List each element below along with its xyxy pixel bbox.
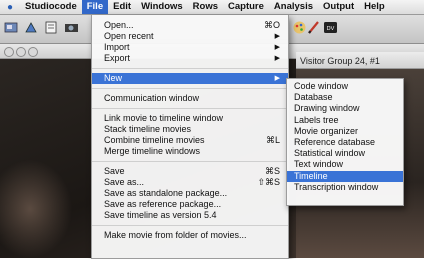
menu-item-import[interactable]: Import ▶ [92, 42, 288, 53]
menu-item-stack-timeline[interactable]: Stack timeline movies [92, 124, 288, 135]
menu-item-save-timeline-version[interactable]: Save timeline as version 5.4 [92, 210, 288, 221]
shortcut-label: ⇧⌘S [257, 177, 280, 187]
palette-icon[interactable] [292, 20, 307, 35]
submenu-item-text-window[interactable]: Text window [287, 159, 403, 170]
tool-icon-4[interactable] [64, 20, 79, 35]
menu-analysis[interactable]: Analysis [269, 0, 318, 14]
menu-item-save-standalone[interactable]: Save as standalone package... [92, 188, 288, 199]
shortcut-label: ⌘S [264, 166, 280, 176]
menu-separator [92, 108, 288, 109]
menu-item-make-movie[interactable]: Make movie from folder of movies... [92, 230, 288, 241]
menu-studiocode[interactable]: Studiocode [20, 0, 82, 14]
zoom-window-icon[interactable] [28, 47, 38, 57]
shortcut-label: ⌘L [265, 135, 280, 145]
menu-item-open[interactable]: Open... ⌘O [92, 20, 288, 31]
tool-icon-3[interactable] [44, 20, 59, 35]
apple-menu-icon[interactable]: ● [0, 2, 20, 13]
menu-item-export[interactable]: Export ▶ [92, 53, 288, 64]
submenu-item-statistical-window[interactable]: Statistical window [287, 148, 403, 159]
menu-item-combine-timeline[interactable]: Combine timeline movies ⌘L [92, 135, 288, 146]
shortcut-label: ⌘O [263, 20, 280, 30]
submenu-item-movie-organizer[interactable]: Movie organizer [287, 126, 403, 137]
dv-icon[interactable]: DV [323, 20, 338, 35]
submenu-arrow-icon: ▶ [274, 44, 280, 51]
minimize-window-icon[interactable] [16, 47, 26, 57]
menu-item-merge-timeline[interactable]: Merge timeline windows [92, 146, 288, 157]
visitor-window-title: Visitor Group 24, #1 [300, 56, 380, 66]
menu-item-save-reference[interactable]: Save as reference package... [92, 199, 288, 210]
submenu-item-code-window[interactable]: Code window [287, 81, 403, 92]
tool-icon-2[interactable] [24, 20, 39, 35]
menu-separator [92, 225, 288, 226]
menu-bar: ● Studiocode File Edit Windows Rows Capt… [0, 0, 424, 15]
submenu-arrow-icon: ▶ [274, 75, 280, 82]
submenu-item-labels-tree[interactable]: Labels tree [287, 115, 403, 126]
submenu-arrow-icon: ▶ [274, 55, 280, 62]
menu-windows[interactable]: Windows [136, 0, 188, 14]
file-menu-dropdown: Open... ⌘O Open recent ▶ Import ▶ Export… [91, 15, 289, 259]
menu-edit[interactable]: Edit [108, 0, 136, 14]
svg-text:DV: DV [327, 26, 335, 32]
menu-rows[interactable]: Rows [188, 0, 223, 14]
menu-separator [92, 161, 288, 162]
submenu-item-timeline[interactable]: Timeline [287, 170, 403, 182]
new-submenu: Code window Database Drawing window Labe… [286, 78, 404, 206]
menu-capture[interactable]: Capture [223, 0, 269, 14]
tool-icon-1[interactable] [4, 20, 19, 35]
pen-icon[interactable] [306, 20, 321, 35]
submenu-item-database[interactable]: Database [287, 92, 403, 103]
menu-output[interactable]: Output [318, 0, 359, 14]
menu-item-save-as[interactable]: Save as... ⇧⌘S [92, 177, 288, 188]
menu-item-open-recent[interactable]: Open recent ▶ [92, 31, 288, 42]
menu-item-link-movie[interactable]: Link movie to timeline window [92, 113, 288, 124]
menu-help[interactable]: Help [359, 0, 390, 14]
submenu-item-transcription-window[interactable]: Transcription window [287, 182, 403, 193]
submenu-arrow-icon: ▶ [274, 33, 280, 40]
menu-separator [92, 88, 288, 89]
menu-item-save[interactable]: Save ⌘S [92, 166, 288, 177]
menu-item-communication-window[interactable]: Communication window [92, 93, 288, 104]
menu-item-new[interactable]: New ▶ [92, 73, 288, 84]
submenu-item-drawing-window[interactable]: Drawing window [287, 103, 403, 114]
menu-file[interactable]: File [81, 0, 109, 14]
submenu-item-reference-database[interactable]: Reference database [287, 137, 403, 148]
close-window-icon[interactable] [4, 47, 14, 57]
menu-separator [92, 68, 288, 69]
